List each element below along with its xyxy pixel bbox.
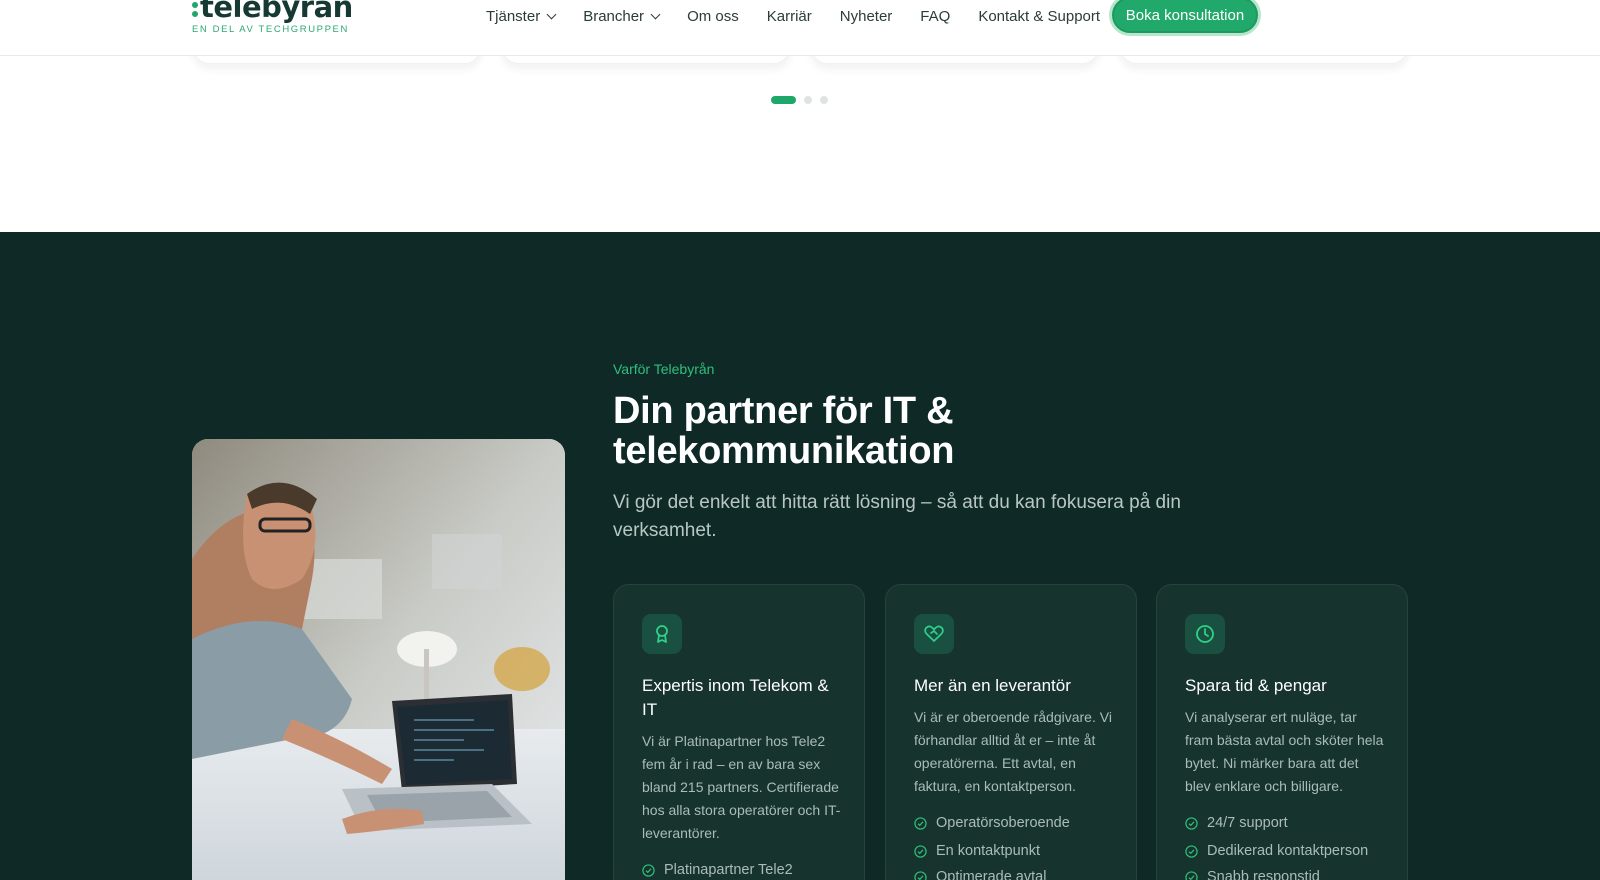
feature-item: Optimerade avtal: [914, 869, 1046, 880]
feature-card-save-time: Spara tid & pengar Vi analyserar ert nul…: [1156, 584, 1408, 880]
feature-item: Snabb responstid: [1185, 869, 1320, 880]
logo-dots-icon: [192, 1, 198, 17]
nav-item-kontakt[interactable]: Kontakt & Support: [978, 8, 1100, 25]
heart-handshake-icon: [914, 614, 954, 654]
feature-item: En kontaktpunkt: [914, 843, 1040, 859]
feature-label: En kontaktpunkt: [936, 843, 1040, 859]
check-circle-icon: [1185, 870, 1198, 880]
nav-item-tjanster[interactable]: Tjänster: [486, 7, 557, 25]
feature-label: 24/7 support: [1207, 815, 1288, 831]
chevron-down-icon: [650, 9, 661, 19]
feature-label: Operatörsoberoende: [936, 815, 1070, 831]
feature-label: Dedikerad kontaktperson: [1207, 843, 1369, 859]
nav-item-faq[interactable]: FAQ: [920, 8, 950, 25]
carousel-dot-active[interactable]: [771, 96, 796, 104]
check-circle-icon: [914, 870, 927, 880]
card-title: Expertis inom Telekom & IT: [642, 676, 829, 719]
card-description: Vi är Platinapartner hos Tele2 fem år i …: [642, 733, 841, 841]
logo-tagline: EN DEL AV TECHGRUPPEN: [192, 24, 349, 35]
carousel-dot[interactable]: [820, 96, 828, 104]
nav-label: Tjänster: [486, 7, 541, 25]
logo-wordmark: telebyrån: [200, 0, 353, 24]
chevron-down-icon: [546, 9, 557, 19]
book-consultation-button[interactable]: Boka konsultation: [1109, 0, 1261, 36]
section-eyebrow: Varför Telebyrån: [613, 361, 715, 377]
nav-label: Brancher: [583, 7, 645, 25]
check-circle-icon: [642, 863, 655, 877]
feature-label: Optimerade avtal: [936, 869, 1047, 880]
site-header: telebyrån EN DEL AV TECHGRUPPEN Tjänster…: [0, 0, 1600, 56]
feature-item: Operatörsoberoende: [914, 815, 1070, 831]
check-circle-icon: [914, 816, 927, 830]
office-photo: [192, 439, 565, 880]
card-title: Spara tid & pengar: [1185, 676, 1327, 695]
feature-item: 24/7 support: [1185, 815, 1288, 831]
feature-card-more-than-supplier: Mer än en leverantör Vi är er oberoende …: [885, 584, 1137, 880]
feature-label: Snabb responstid: [1207, 869, 1320, 880]
feature-card-expertise: Expertis inom Telekom & IT Vi är Platina…: [613, 584, 865, 880]
check-circle-icon: [1185, 844, 1198, 858]
feature-label: Platinapartner Tele2: [664, 862, 793, 878]
section-lede: Vi gör det enkelt att hitta rätt lösning…: [613, 492, 1181, 541]
logo[interactable]: telebyrån EN DEL AV TECHGRUPPEN: [192, 0, 353, 40]
feature-item: Dedikerad kontaktperson: [1185, 843, 1368, 859]
award-icon: [642, 614, 682, 654]
card-description: Vi är er oberoende rådgivare. Vi förhand…: [914, 709, 1112, 794]
section-heading: Din partner för IT & telekommunikation: [613, 390, 955, 472]
feature-item: Platinapartner Tele2: [642, 862, 793, 878]
check-circle-icon: [914, 844, 927, 858]
nav-item-brancher[interactable]: Brancher: [583, 7, 661, 25]
card-description: Vi analyserar ert nuläge, tar fram bästa…: [1185, 709, 1384, 794]
carousel-pagination: [771, 96, 828, 104]
nav-item-karriar[interactable]: Karriär: [767, 8, 812, 25]
nav-item-om-oss[interactable]: Om oss: [687, 8, 739, 25]
card-title: Mer än en leverantör: [914, 676, 1071, 695]
nav-item-nyheter[interactable]: Nyheter: [840, 8, 893, 25]
check-circle-icon: [1185, 816, 1198, 830]
carousel-dot[interactable]: [804, 96, 812, 104]
main-nav: Tjänster Brancher Om oss Karriär Nyheter…: [486, 0, 1128, 32]
clock-icon: [1185, 614, 1225, 654]
